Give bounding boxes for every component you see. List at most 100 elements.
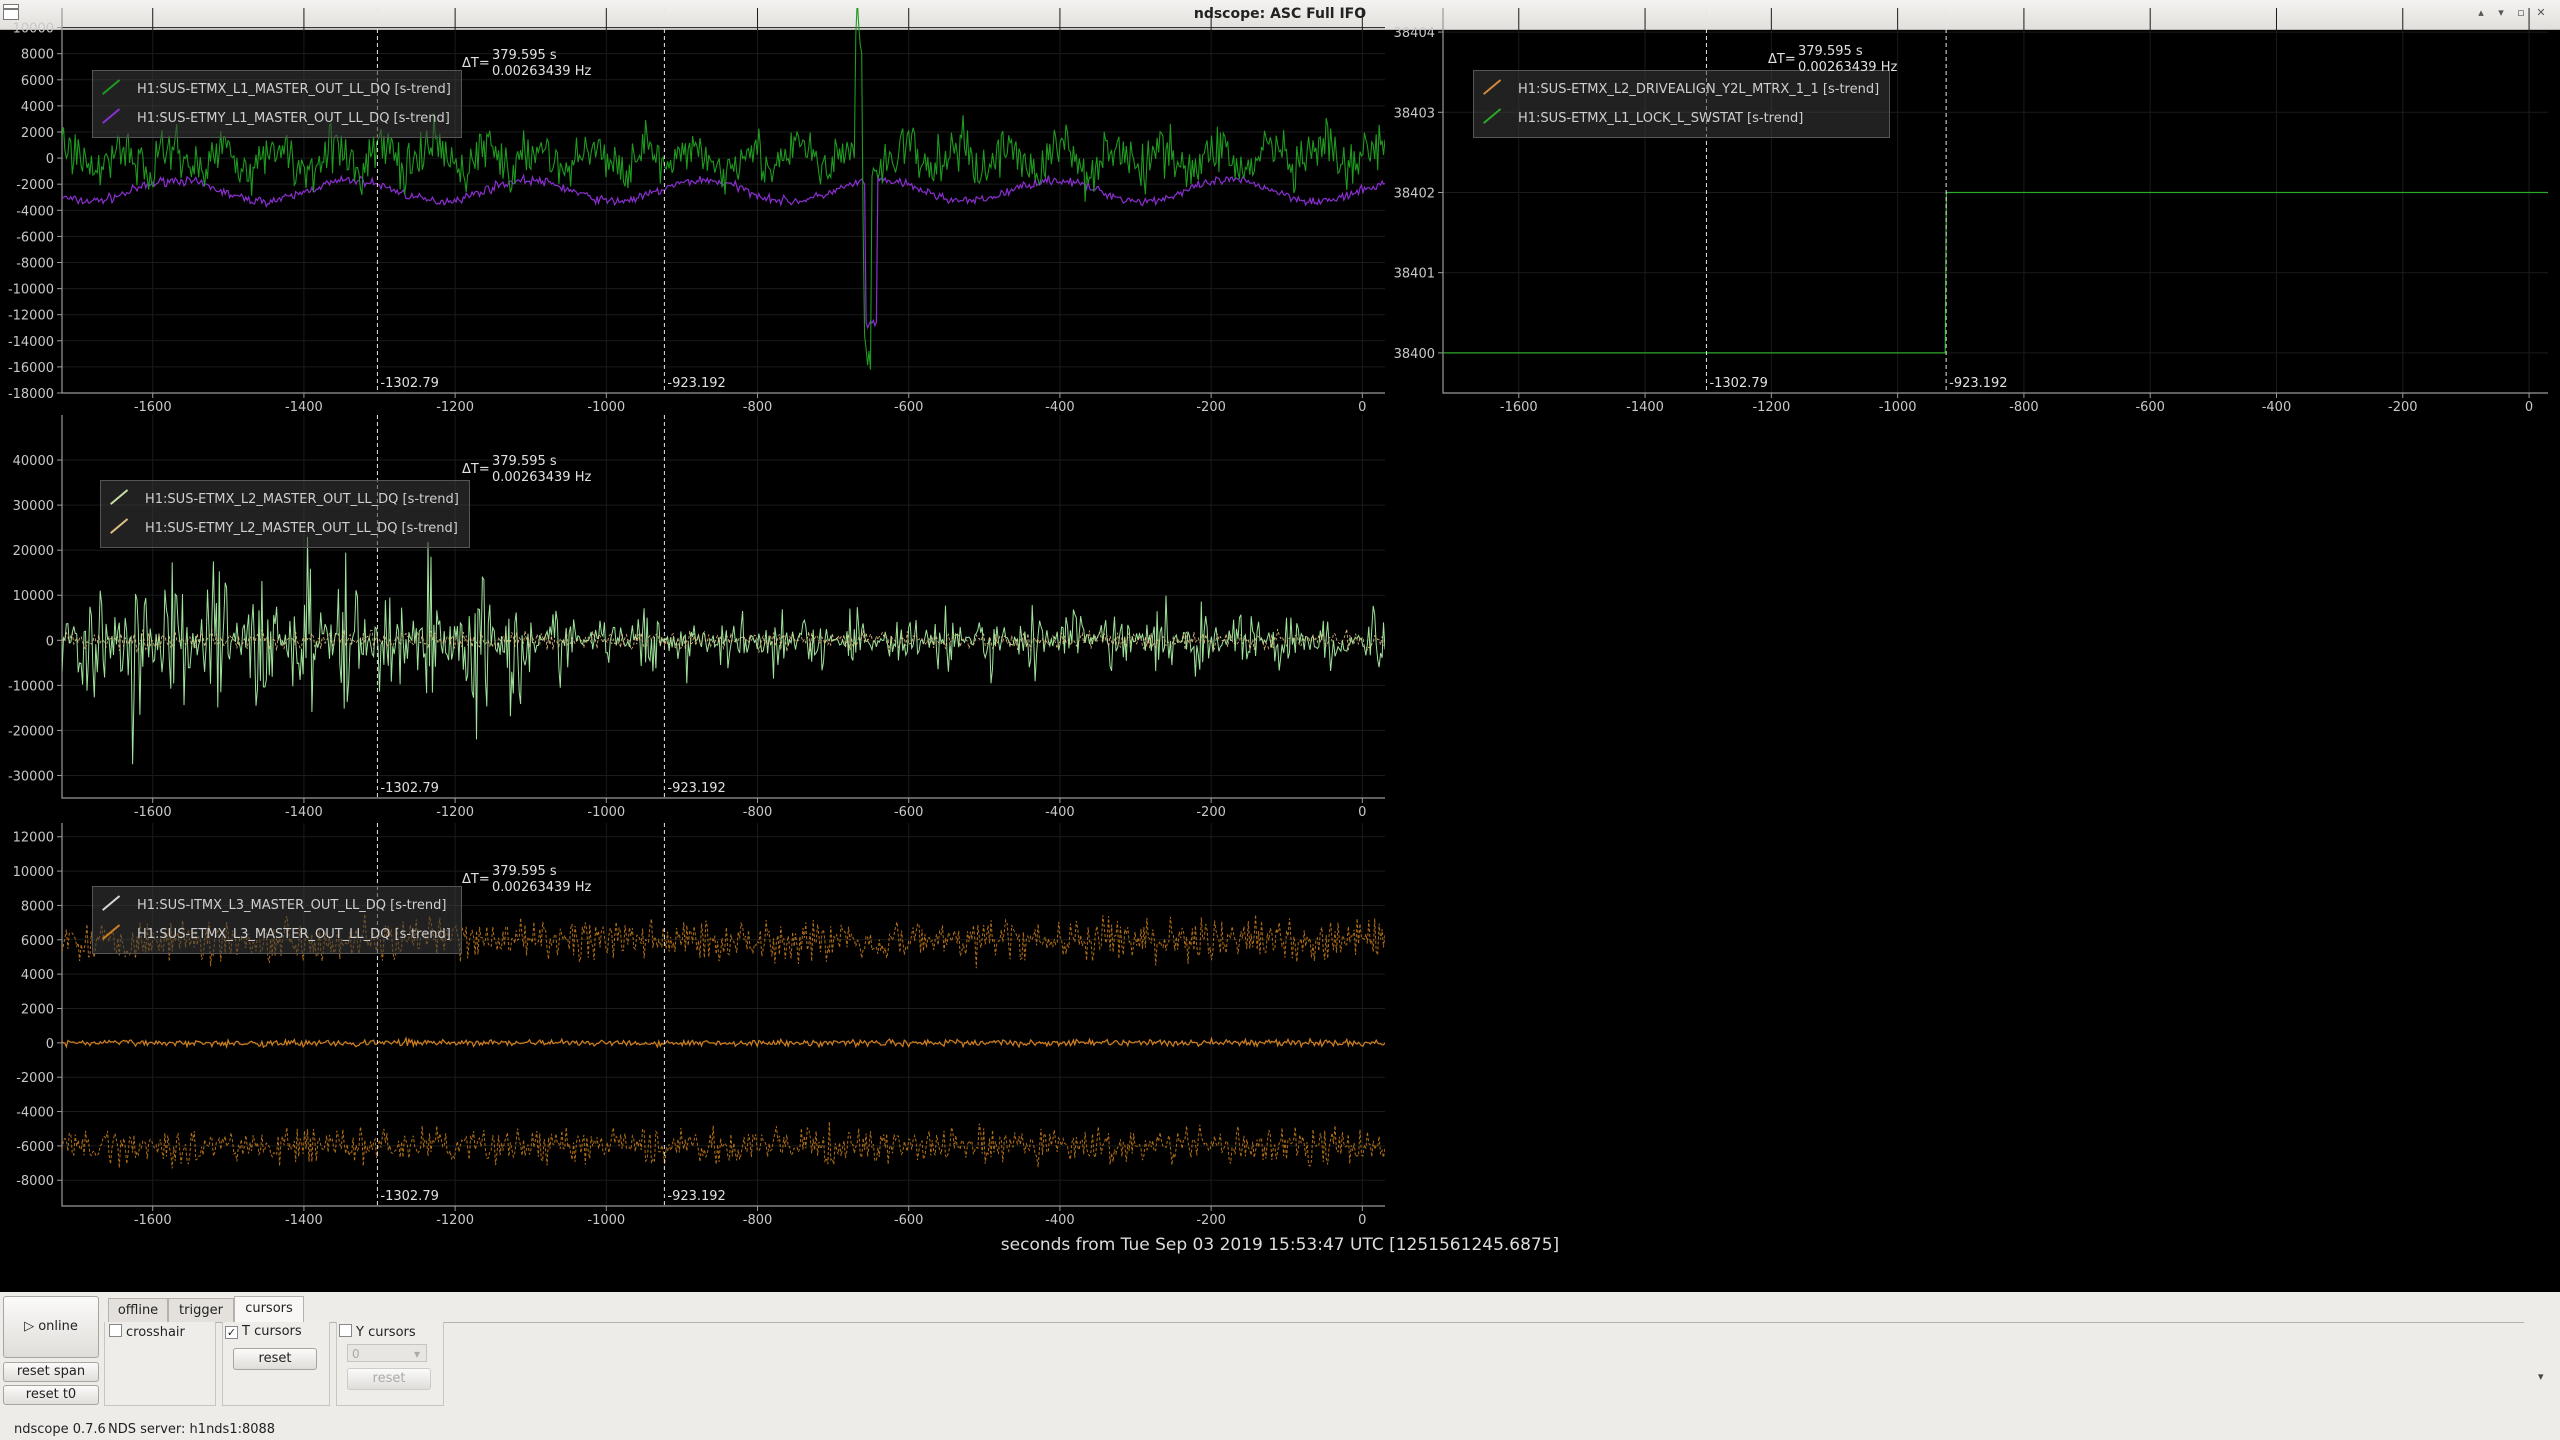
legend-item: H1:SUS-ETMX_L1_MASTER_OUT_LL_DQ [s-trend… <box>101 75 451 104</box>
y-tick-label: 4000 <box>21 968 54 983</box>
legend-label: H1:SUS-ETMX_L1_MASTER_OUT_LL_DQ [s-trend… <box>137 82 451 97</box>
y-tick-label: -16000 <box>8 361 54 376</box>
x-tick-label: -1600 <box>134 1213 172 1228</box>
y-tick-label: -8000 <box>16 256 54 271</box>
y-tick-label: 2000 <box>21 126 54 141</box>
chevron-down-icon: ▾ <box>413 1347 420 1361</box>
delta-frequency: 0.00263439 Hz <box>1798 60 1898 75</box>
axis-line <box>61 415 1385 799</box>
crosshair-checkbox[interactable]: crosshair <box>109 1324 185 1340</box>
tab-offline[interactable]: offline <box>108 1298 168 1322</box>
y-tick-label: 12000 <box>13 831 54 846</box>
legend-item: H1:SUS-ETMY_L2_MASTER_OUT_LL_DQ [s-trend… <box>109 514 459 543</box>
plot-p3[interactable]: -1600 -1400 -1200 -1000 -800 -600 -400 -200 0 400… <box>2 415 1387 826</box>
t-cursors-checkbox[interactable]: ✓ T cursors <box>225 1324 302 1339</box>
y-tick-label: -6000 <box>16 230 54 245</box>
checkbox-box <box>339 1324 352 1337</box>
y-cursors-checkbox[interactable]: Y cursors <box>339 1324 416 1340</box>
y-cursors-reset-button[interactable]: reset <box>347 1368 431 1390</box>
t-cursors-reset-button[interactable]: reset <box>233 1348 317 1370</box>
y-tick-label: 6000 <box>21 934 54 949</box>
y-tick-label: 8000 <box>21 48 54 63</box>
y-cursor-select[interactable]: 0 ▾ <box>347 1344 427 1362</box>
legend-label: H1:SUS-ETMY_L2_MASTER_OUT_LL_DQ [s-trend… <box>145 521 458 536</box>
y-tick-label: 10000 <box>13 22 54 37</box>
delta-t-readout: ΔT= 379.595 s 0.00263439 Hz <box>462 48 591 80</box>
x-tick-label: -1000 <box>587 400 625 415</box>
legend[interactable]: H1:SUS-ITMX_L3_MASTER_OUT_LL_DQ [s-trend… <box>92 886 462 954</box>
legend-item: H1:SUS-ETMX_L1_LOCK_L_SWSTAT [s-trend] <box>1482 104 1879 133</box>
legend[interactable]: H1:SUS-ETMX_L2_DRIVEALIGN_Y2L_MTRX_1_1 [… <box>1473 70 1891 138</box>
x-tick-label: -800 <box>743 1213 773 1228</box>
legend-item: H1:SUS-ETMX_L2_MASTER_OUT_LL_DQ [s-trend… <box>109 485 459 514</box>
y-tick-label: 10000 <box>13 865 54 880</box>
x-tick-label: -1600 <box>134 805 172 820</box>
y-tick-label: 38401 <box>1394 267 1435 282</box>
plot-canvas: -1600 -1400 -1200 -1000 -800 -600 -400 -200 0 400… <box>8 415 1385 820</box>
x-tick-label: -600 <box>894 1213 924 1228</box>
checkbox-box <box>109 1324 122 1337</box>
y-tick-label: 40000 <box>13 454 54 469</box>
y-tick-label: 38404 <box>1394 26 1435 41</box>
x-tick-label: -600 <box>894 805 924 820</box>
legend-swatch <box>109 493 131 507</box>
legend-label: H1:SUS-ETMX_L1_LOCK_L_SWSTAT [s-trend] <box>1518 111 1804 126</box>
y-tick-label: -12000 <box>8 309 54 324</box>
axis-line <box>61 8 1385 394</box>
y-tick-label: 0 <box>46 152 54 167</box>
online-button[interactable]: ▷ online <box>3 1296 99 1358</box>
plot-p4[interactable]: -1600 -1400 -1200 -1000 -800 -600 -400 -200 0 120… <box>2 823 1387 1234</box>
crosshair-group: crosshair <box>104 1322 216 1406</box>
plot-canvas: -1600 -1400 -1200 -1000 -800 -600 -400 -200 0120… <box>13 823 1385 1228</box>
chevron-down-icon[interactable]: ▾ <box>2538 1370 2544 1383</box>
legend[interactable]: H1:SUS-ETMX_L2_MASTER_OUT_LL_DQ [s-trend… <box>100 480 470 548</box>
x-tick-label: -1200 <box>1752 400 1790 415</box>
t-cursors-group: ✓ T cursors reset <box>222 1322 330 1406</box>
legend-swatch <box>1482 112 1504 126</box>
y-tick-label: 0 <box>46 634 54 649</box>
legend-label: H1:SUS-ETMX_L2_DRIVEALIGN_Y2L_MTRX_1_1 [… <box>1518 82 1880 97</box>
y-tick-label: 38403 <box>1394 106 1435 121</box>
x-tick-label: -1000 <box>587 805 625 820</box>
x-tick-label: -1600 <box>1500 400 1538 415</box>
y-tick-label: -4000 <box>16 1106 54 1121</box>
legend-swatch <box>101 112 123 126</box>
version-label: ndscope 0.7.6 <box>14 1422 106 1437</box>
y-tick-label: -10000 <box>8 283 54 298</box>
t-cursor-label: -1302.79 <box>380 1189 438 1204</box>
x-tick-label: -1200 <box>436 805 474 820</box>
legend[interactable]: H1:SUS-ETMX_L1_MASTER_OUT_LL_DQ [s-trend… <box>92 70 462 138</box>
x-tick-label: 0 <box>1358 400 1366 415</box>
x-tick-label: -1000 <box>1879 400 1917 415</box>
y-tick-label: -6000 <box>16 1140 54 1155</box>
x-tick-label: -400 <box>2262 400 2292 415</box>
x-tick-label: -200 <box>2388 400 2418 415</box>
y-tick-label: 8000 <box>21 899 54 914</box>
x-tick-label: -1600 <box>134 400 172 415</box>
delta-symbol: ΔT= <box>462 462 490 477</box>
t-cursor-label: -923.192 <box>1949 376 2007 391</box>
tab-cursors[interactable]: cursors <box>234 1296 304 1322</box>
y-tick-label: -14000 <box>8 335 54 350</box>
y-tick-label: -8000 <box>16 1174 54 1189</box>
tab-divider <box>104 1322 2524 1323</box>
y-tick-label: 20000 <box>13 544 54 559</box>
t-cursor-label: -1302.79 <box>1709 376 1767 391</box>
legend-swatch <box>1482 83 1504 97</box>
legend-label: H1:SUS-ETMY_L1_MASTER_OUT_LL_DQ [s-trend… <box>137 111 450 126</box>
reset-span-button[interactable]: reset span <box>3 1362 99 1382</box>
y-tick-label: -2000 <box>16 178 54 193</box>
reset-t0-button[interactable]: reset t0 <box>3 1385 99 1405</box>
delta-t-readout: ΔT= 379.595 s 0.00263439 Hz <box>462 454 591 486</box>
legend-item: H1:SUS-ITMX_L3_MASTER_OUT_LL_DQ [s-trend… <box>101 891 451 920</box>
y-tick-label: -10000 <box>8 679 54 694</box>
legend-label: H1:SUS-ETMX_L3_MASTER_OUT_LL_DQ [s-trend… <box>137 927 451 942</box>
y-tick-label: 0 <box>46 1037 54 1052</box>
legend-item: H1:SUS-ETMX_L2_DRIVEALIGN_Y2L_MTRX_1_1 [… <box>1482 75 1879 104</box>
delta-symbol: ΔT= <box>462 56 490 71</box>
legend-label: H1:SUS-ITMX_L3_MASTER_OUT_LL_DQ [s-trend… <box>137 898 447 913</box>
tab-trigger[interactable]: trigger <box>168 1298 234 1322</box>
legend-swatch <box>109 522 131 536</box>
delta-time: 379.595 s <box>492 454 557 469</box>
x-tick-label: -1400 <box>285 400 323 415</box>
